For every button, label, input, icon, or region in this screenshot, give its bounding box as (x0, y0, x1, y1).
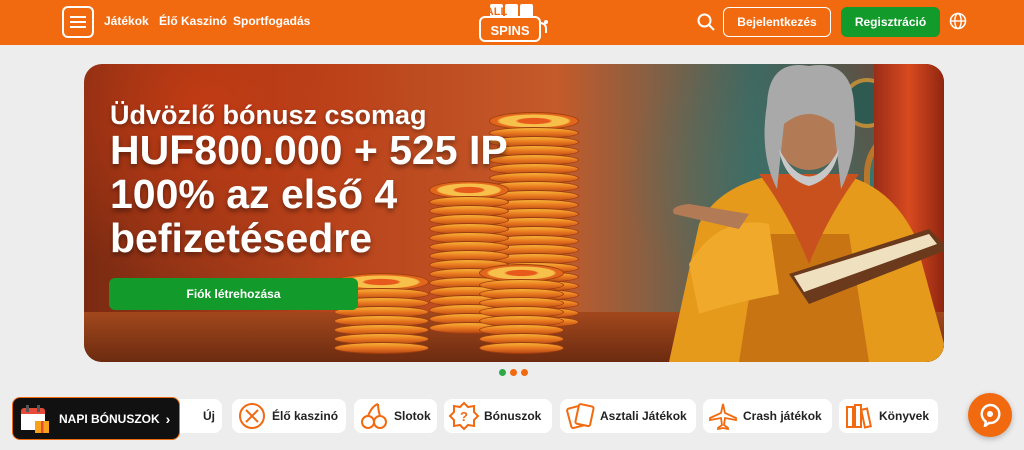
plane-icon (709, 403, 737, 431)
chevron-right-icon: › (165, 410, 171, 427)
category-label: Crash játékok (743, 409, 822, 423)
category-label: Slotok (394, 409, 431, 423)
category-live-casino[interactable]: Élő kaszinó (232, 399, 346, 433)
category-label: Új (203, 409, 215, 423)
menu-button[interactable] (62, 6, 94, 38)
chat-button[interactable] (968, 393, 1012, 437)
category-crash-games[interactable]: Crash játékok (703, 399, 832, 433)
category-slots[interactable]: Slotok (354, 399, 437, 433)
category-books[interactable]: Könyvek (839, 399, 938, 433)
category-table-games[interactable]: Asztali Játékok (560, 399, 696, 433)
nav-sports[interactable]: Sportfogadás (233, 14, 310, 28)
nav-games[interactable]: Játékok (104, 14, 149, 28)
logo-letter-a: ALL (486, 6, 508, 18)
register-button[interactable]: Regisztráció (841, 7, 940, 37)
category-label: Bónuszok (484, 409, 542, 423)
globe-icon[interactable] (949, 12, 967, 30)
nav-live-casino[interactable]: Élő Kaszinó (159, 14, 227, 28)
daily-bonuses-button[interactable]: NAPI BÓNUSZOK › (12, 397, 180, 440)
cards-icon (566, 403, 595, 430)
allspins-logo[interactable]: ALL SPINS (476, 3, 548, 43)
cherries-icon (361, 403, 387, 429)
menu-icon (70, 16, 86, 28)
svg-text:?: ? (460, 409, 468, 424)
create-account-button[interactable]: Fiók létrehozása (109, 278, 358, 310)
category-label: Asztali Játékok (600, 409, 687, 423)
wizard-illustration (669, 65, 944, 362)
chip-stack (479, 254, 564, 354)
hero-line-3: befizetésedre (110, 215, 373, 261)
calendar-gift-icon (21, 404, 49, 433)
slide-dot-active[interactable] (499, 369, 506, 376)
bonus-icon: ? (448, 401, 480, 431)
slide-indicators (499, 369, 528, 376)
login-button[interactable]: Bejelentkezés (723, 7, 831, 37)
search-icon[interactable] (696, 12, 716, 32)
slide-dot[interactable] (510, 369, 517, 376)
site-header: Játékok Élő Kaszinó Sportfogadás ALL SPI… (0, 0, 1024, 45)
chat-icon (980, 403, 1001, 427)
category-label: Könyvek (879, 409, 930, 423)
hero-line-2: 100% az első 4 (110, 171, 398, 217)
logo-word-spins: SPINS (490, 23, 529, 38)
slide-dot[interactable] (521, 369, 528, 376)
category-bonuses[interactable]: ? Bónuszok (444, 399, 552, 433)
books-icon (846, 404, 872, 429)
hero-amount: HUF800.000 + 525 IP (110, 127, 508, 173)
live-casino-icon (239, 403, 265, 429)
daily-bonuses-label: NAPI BÓNUSZOK (59, 411, 160, 426)
category-label: Élő kaszinó (272, 409, 339, 423)
